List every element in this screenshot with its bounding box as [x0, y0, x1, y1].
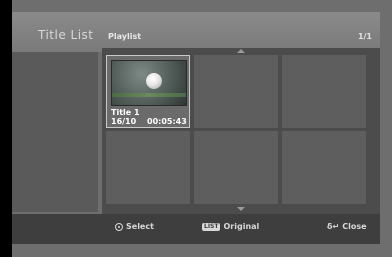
playlist-tab[interactable]: Playlist — [108, 32, 141, 41]
select-hint: Select — [115, 222, 154, 231]
footer-bar — [12, 214, 380, 244]
scroll-down-arrow-icon[interactable] — [237, 207, 245, 211]
close-hint: δ↵ Close — [327, 222, 367, 231]
title-list-screen: Title List Playlist 1/1 Title 1 16/10 00… — [12, 0, 392, 257]
original-hint: LIST Original — [202, 222, 259, 231]
title-date: 16/10 — [111, 117, 137, 126]
empty-slot[interactable] — [282, 131, 366, 204]
scroll-up-arrow-icon[interactable] — [237, 49, 245, 53]
grass-strip — [112, 93, 186, 97]
ball-image — [146, 73, 162, 89]
empty-slot[interactable] — [106, 131, 190, 204]
empty-slot[interactable] — [194, 131, 278, 204]
select-label: Select — [126, 222, 154, 231]
list-button-badge: LIST — [202, 222, 221, 231]
empty-slot[interactable] — [282, 55, 366, 128]
return-icon: δ↵ — [327, 222, 340, 231]
left-panel — [12, 52, 98, 212]
original-label: Original — [223, 222, 260, 231]
select-circle-icon — [115, 222, 123, 231]
page-indicator: 1/1 — [357, 32, 372, 41]
title-duration: 00:05:43 — [147, 117, 187, 126]
title-thumbnail — [111, 60, 187, 106]
title-name: Title 1 — [111, 108, 140, 117]
title-item[interactable]: Title 1 16/10 00:05:43 — [106, 55, 190, 128]
page-title: Title List — [38, 28, 94, 42]
empty-slot[interactable] — [194, 55, 278, 128]
close-label: Close — [342, 222, 367, 231]
